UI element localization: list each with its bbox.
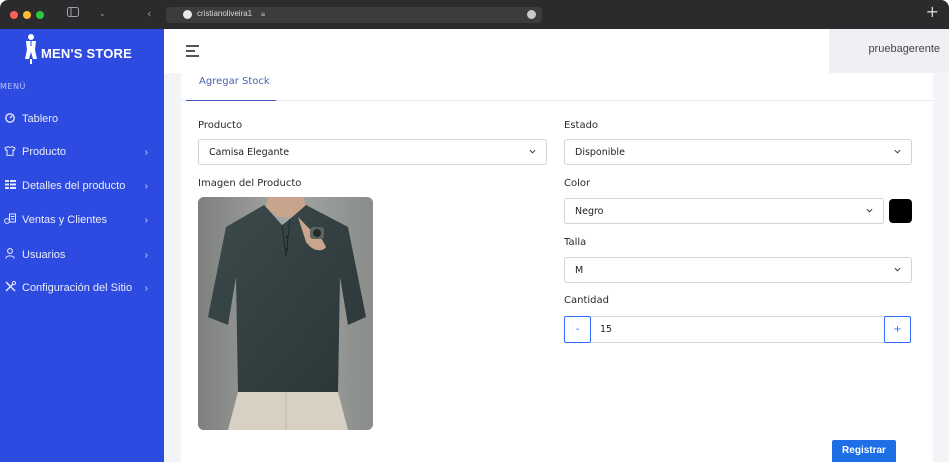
back-icon[interactable]: ‹ [147, 7, 151, 20]
chevron-down-icon [894, 149, 901, 154]
tab-bar: Agregar Stock [181, 73, 933, 101]
chevron-down-icon[interactable]: ⌄ [99, 9, 106, 18]
brand-logo[interactable]: MEN'S STORE [22, 33, 142, 69]
stock-form-card: Agregar Stock Producto Camisa Elegante I… [181, 73, 933, 462]
dashboard-icon [4, 112, 16, 126]
sidebar-item-ventas[interactable]: Ventas y Clientes › [0, 210, 164, 230]
username: pruebagerente [868, 43, 940, 55]
cantidad-label: Cantidad [564, 295, 609, 306]
cantidad-input[interactable]: 15 [591, 316, 885, 343]
producto-label: Producto [198, 120, 243, 131]
tools-icon [4, 280, 16, 295]
producto-value: Camisa Elegante [209, 147, 290, 158]
estado-select[interactable]: Disponible [564, 139, 912, 165]
estado-value: Disponible [575, 147, 625, 158]
talla-label: Talla [564, 237, 587, 248]
talla-select[interactable]: M [564, 257, 912, 283]
sidebar-item-label: Usuarios [22, 249, 66, 261]
decrement-button[interactable]: - [564, 316, 591, 343]
lock-icon: 🔒︎ [261, 9, 266, 18]
sidebar: MEN'S STORE MENÚ Tablero Producto › Deta… [0, 29, 164, 462]
sidebar-item-configuracion[interactable]: Configuración del Sitio › [0, 278, 164, 298]
menu-toggle-icon[interactable] [186, 45, 200, 57]
cantidad-value: 15 [600, 324, 613, 335]
chevron-down-icon [894, 267, 901, 272]
close-window-button[interactable] [10, 11, 18, 19]
chevron-down-icon [529, 149, 536, 154]
color-value: Negro [575, 206, 604, 217]
chevron-right-icon: › [144, 146, 148, 158]
increment-button[interactable]: + [884, 316, 911, 343]
sales-icon [4, 213, 16, 228]
color-select[interactable]: Negro [564, 198, 884, 224]
chevron-right-icon: › [144, 282, 148, 294]
color-swatch[interactable] [889, 199, 912, 223]
registrar-button[interactable]: Registrar [832, 440, 896, 462]
details-icon [4, 180, 16, 192]
producto-select[interactable]: Camisa Elegante [198, 139, 547, 165]
sidebar-item-producto[interactable]: Producto › [0, 142, 164, 162]
sidebar-item-tablero[interactable]: Tablero [0, 109, 164, 129]
product-image [198, 197, 373, 430]
sidebar-item-label: Detalles del producto [22, 180, 126, 192]
tab-label: Agregar Stock [199, 76, 270, 87]
sidebar-item-label: Ventas y Clientes [22, 214, 107, 226]
sidebar-item-label: Producto [22, 146, 67, 158]
browser-chrome: ⌄ ‹ cristianoliveira1 🔒︎ + [0, 0, 949, 29]
imagen-label: Imagen del Producto [198, 178, 302, 189]
user-icon [4, 248, 16, 262]
new-tab-icon[interactable]: + [926, 4, 939, 20]
brand-name: MEN'S STORE [41, 46, 133, 61]
user-menu[interactable]: pruebagerente [829, 29, 949, 73]
color-label: Color [564, 178, 591, 189]
top-bar: pruebagerente [164, 29, 949, 73]
chevron-right-icon: › [144, 214, 148, 226]
estado-label: Estado [564, 120, 599, 131]
menu-heading: MENÚ [0, 82, 26, 91]
sidebar-item-label: Configuración del Sitio [22, 282, 133, 294]
minimize-window-button[interactable] [23, 11, 31, 19]
chevron-right-icon: › [144, 249, 148, 261]
sidebar-item-usuarios[interactable]: Usuarios › [0, 245, 164, 265]
site-settings-icon[interactable] [527, 10, 536, 19]
maximize-window-button[interactable] [36, 11, 44, 19]
sidebar-item-detalles[interactable]: Detalles del producto › [0, 176, 164, 196]
sidebar-item-label: Tablero [22, 113, 59, 125]
sidebar-toggle-icon[interactable] [67, 7, 79, 20]
mannequin-icon [25, 34, 37, 64]
tab-agregar-stock[interactable]: Agregar Stock [186, 73, 276, 101]
github-icon [183, 10, 192, 19]
url-text: cristianoliveira1 [197, 9, 253, 18]
address-bar[interactable]: cristianoliveira1 🔒︎ [166, 7, 542, 23]
talla-value: M [575, 265, 584, 276]
main-content: Agregar Stock Producto Camisa Elegante I… [164, 73, 949, 462]
shirt-icon [4, 145, 16, 159]
chevron-down-icon [866, 208, 873, 213]
chevron-right-icon: › [144, 180, 148, 192]
